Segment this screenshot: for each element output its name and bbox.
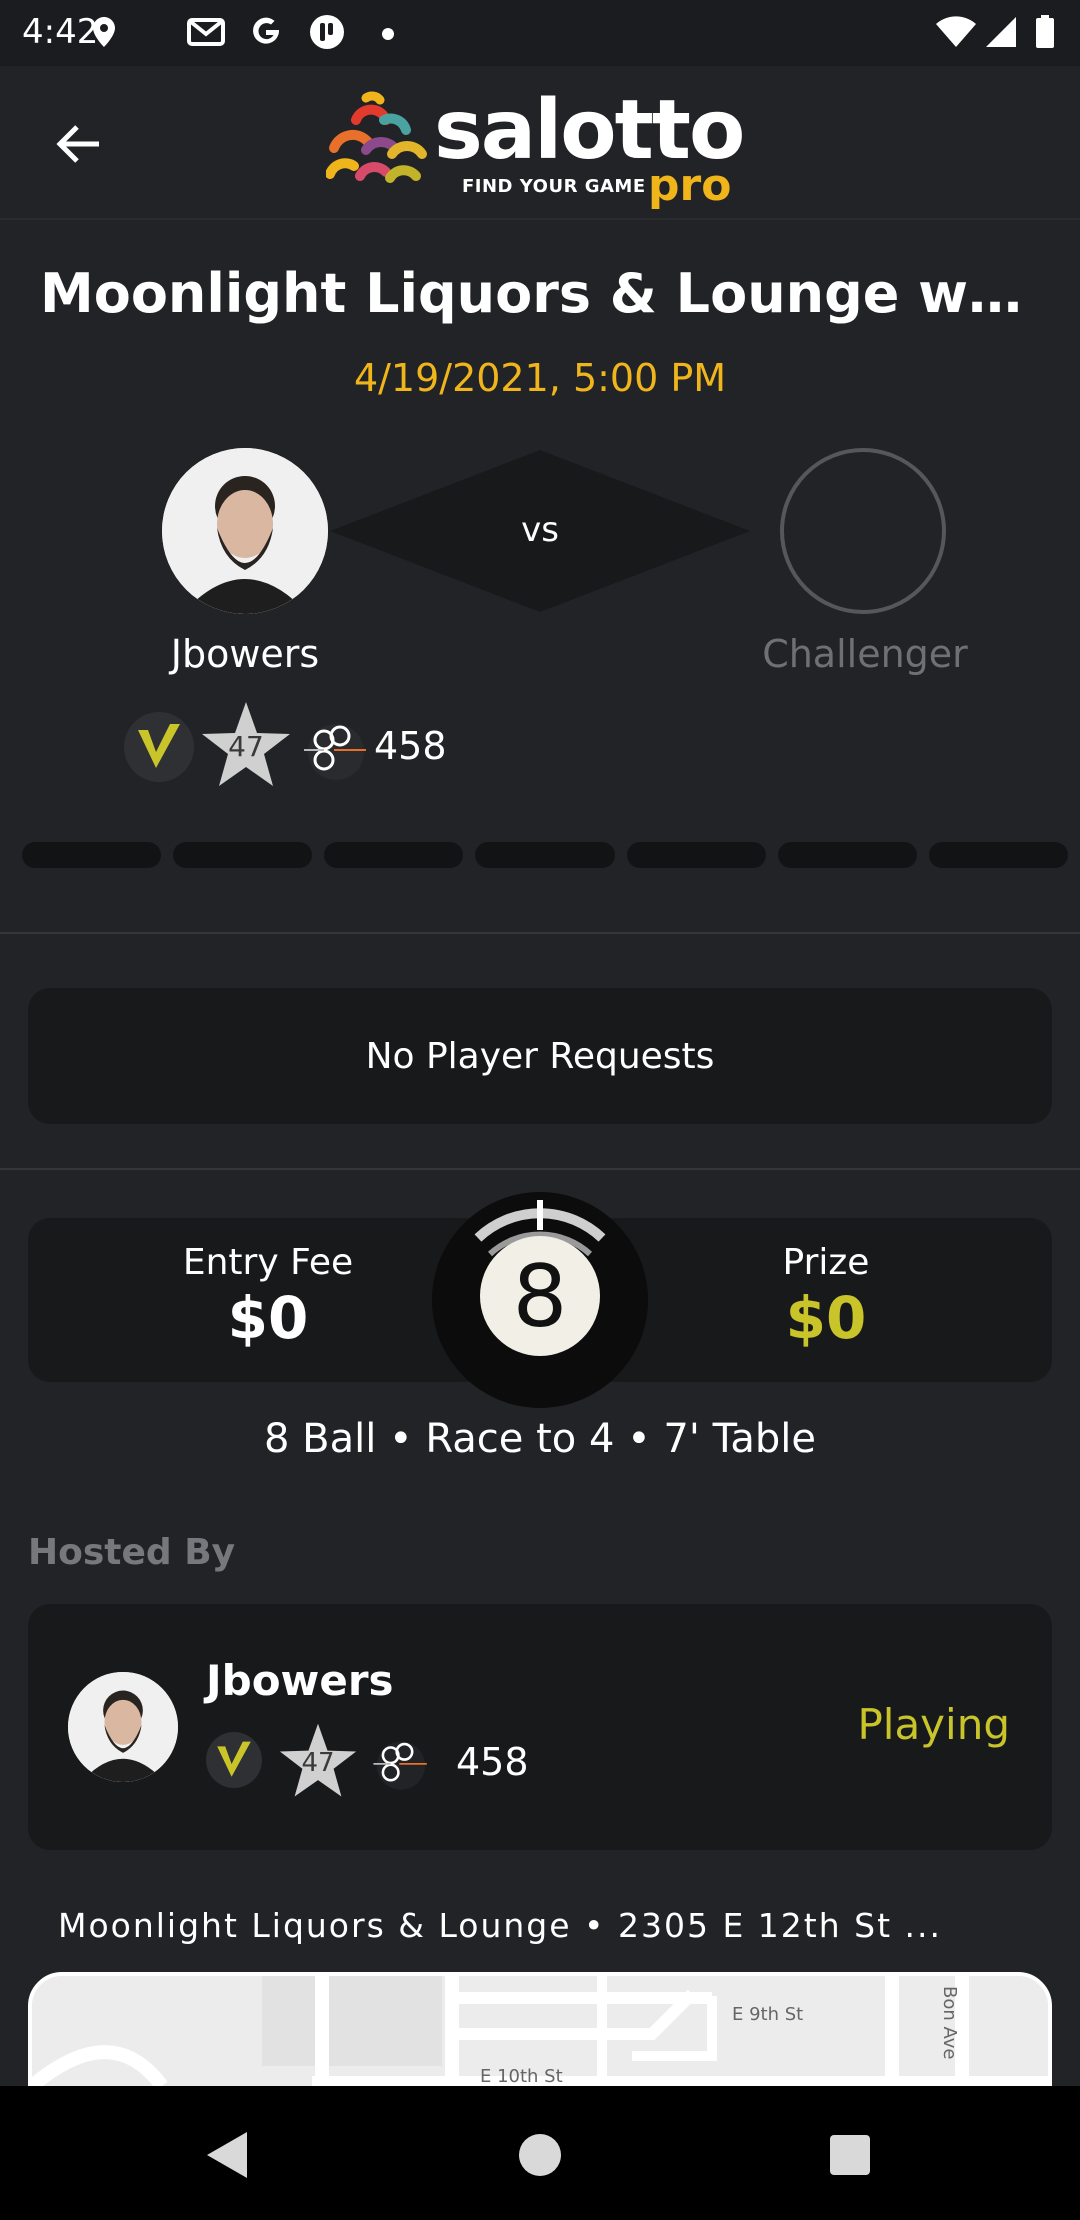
prize-label: Prize bbox=[782, 1242, 870, 1283]
system-nav-bar bbox=[0, 2086, 1080, 2220]
player-score: 458 bbox=[374, 724, 447, 768]
eight-ball-icon: 8 bbox=[432, 1192, 648, 1408]
entry-fee-value: $0 bbox=[227, 1284, 309, 1352]
vs-label: vs bbox=[521, 510, 559, 550]
nav-home-icon bbox=[519, 2134, 561, 2176]
race-segment bbox=[475, 842, 615, 868]
host-avatar[interactable] bbox=[68, 1672, 178, 1782]
race-segment bbox=[626, 842, 766, 868]
host-status: Playing bbox=[857, 1700, 1010, 1749]
divider bbox=[0, 1168, 1080, 1170]
balls-score-icon bbox=[304, 724, 366, 780]
race-progress bbox=[22, 842, 1068, 868]
map-label: E 10th St bbox=[480, 2066, 563, 2087]
event-datetime: 4/19/2021, 5:00 PM bbox=[353, 356, 727, 400]
challenger-avatar[interactable] bbox=[780, 448, 946, 614]
verified-icon bbox=[124, 712, 194, 782]
no-requests-text: No Player Requests bbox=[365, 1035, 715, 1077]
entry-fee-label: Entry Fee bbox=[182, 1242, 354, 1283]
gmail-icon bbox=[186, 12, 226, 52]
eight-ball-number: 8 bbox=[513, 1247, 568, 1347]
logo-tagline: FIND YOUR GAME bbox=[462, 176, 646, 197]
nav-recents-button[interactable] bbox=[815, 2120, 885, 2190]
nav-back-icon bbox=[207, 2132, 247, 2178]
nav-home-button[interactable] bbox=[505, 2120, 575, 2190]
race-segment bbox=[324, 842, 464, 868]
verified-icon bbox=[206, 1732, 262, 1788]
challenger-label: Challenger bbox=[762, 632, 968, 676]
signal-icon bbox=[984, 12, 1018, 52]
status-time: 4:42 bbox=[22, 12, 99, 52]
game-details: 8 Ball • Race to 4 • 7' Table bbox=[263, 1416, 817, 1462]
race-segment bbox=[928, 842, 1068, 868]
host-name: Jbowers bbox=[206, 1656, 394, 1705]
logo-pro: pro bbox=[648, 160, 732, 211]
arrow-left-icon bbox=[56, 125, 99, 163]
app-notification-icon bbox=[308, 12, 346, 52]
player-avatar[interactable] bbox=[162, 448, 328, 614]
battery-icon bbox=[1034, 12, 1056, 52]
player-rating: 47 bbox=[228, 730, 264, 763]
location-icon bbox=[92, 12, 116, 52]
divider bbox=[0, 932, 1080, 934]
host-rating: 47 bbox=[301, 1748, 335, 1778]
race-segment bbox=[22, 842, 162, 868]
google-icon bbox=[248, 12, 284, 52]
app-header: salotto FIND YOUR GAME pro bbox=[0, 66, 1080, 220]
hosted-by-label: Hosted By bbox=[28, 1532, 236, 1573]
balls-score-icon bbox=[373, 1741, 427, 1790]
player-name[interactable]: Jbowers bbox=[100, 632, 390, 676]
salotto-logo: salotto FIND YOUR GAME pro bbox=[326, 80, 766, 211]
nav-back-button[interactable] bbox=[192, 2120, 262, 2190]
logo-mark-icon bbox=[326, 91, 427, 183]
nav-recents-icon bbox=[830, 2135, 870, 2175]
more-dot-icon bbox=[382, 28, 394, 40]
map-label: E 9th St bbox=[732, 2004, 803, 2025]
venue-address[interactable]: Moonlight Liquors & Lounge • 2305 E 12th… bbox=[58, 1906, 942, 1945]
back-button[interactable] bbox=[46, 112, 110, 176]
race-segment bbox=[777, 842, 917, 868]
player-requests-card: No Player Requests bbox=[28, 988, 1052, 1124]
event-title: Moonlight Liquors & Lounge with... bbox=[40, 262, 1040, 325]
host-score: 458 bbox=[456, 1740, 529, 1784]
race-segment bbox=[173, 842, 313, 868]
host-card[interactable]: Jbowers 47 458 Playing bbox=[28, 1604, 1052, 1850]
status-bar: 4:42 bbox=[0, 0, 1080, 66]
wifi-icon bbox=[934, 12, 978, 52]
map-label: Bon Ave bbox=[939, 1986, 960, 2059]
prize-value: $0 bbox=[785, 1284, 867, 1352]
